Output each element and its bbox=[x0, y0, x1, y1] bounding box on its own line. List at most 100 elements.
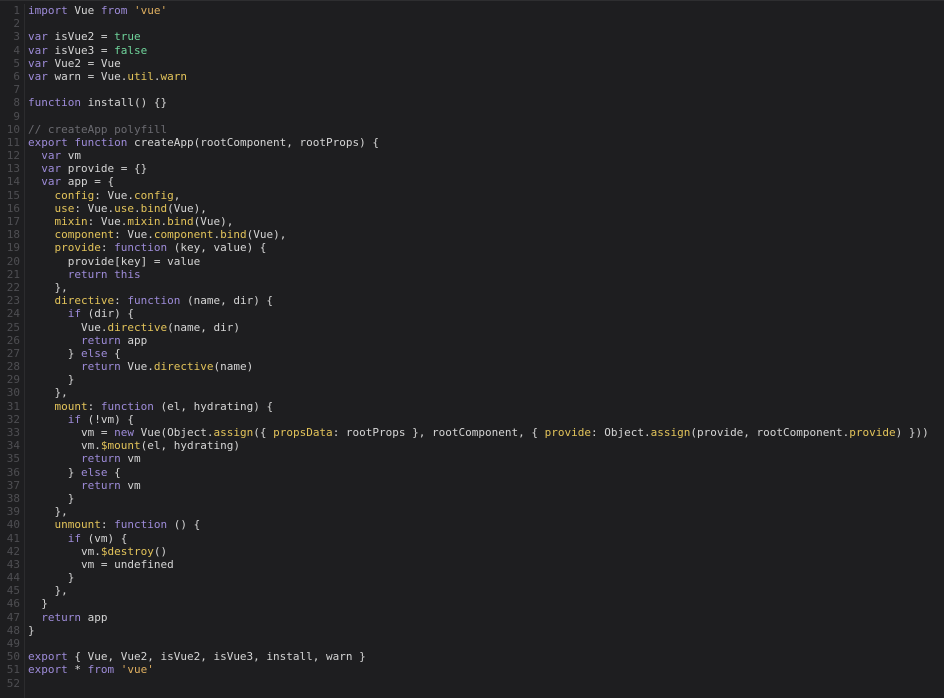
code-line[interactable]: mount: function (el, hydrating) { bbox=[28, 400, 944, 413]
code-token: else bbox=[80, 465, 108, 479]
code-line[interactable]: var warn = Vue.util.warn bbox=[28, 70, 944, 83]
line-number: 27 bbox=[6, 346, 20, 360]
code-line[interactable]: return app bbox=[28, 334, 944, 347]
line-number: 13 bbox=[6, 162, 20, 176]
code-editor[interactable]: 1 2 3 4 5 6 7 8 9 10 11 12 13 14 15 16 17 18 19 20 21 22 23 24 2… bbox=[0, 0, 944, 698]
line-number: 41 bbox=[6, 531, 20, 545]
code-line[interactable]: var isVue3 = false bbox=[28, 44, 944, 57]
code-token: { Vue, Vue2, isVue2, isVue3, install, wa… bbox=[67, 650, 366, 664]
code-token: vm = undefined bbox=[28, 557, 174, 571]
code-token: : rootProps }, rootComponent, { bbox=[332, 426, 545, 439]
line-number: 51 bbox=[6, 663, 20, 677]
code-line[interactable]: function install() {} bbox=[28, 96, 944, 109]
line-number: 46 bbox=[6, 597, 20, 611]
code-token: directive bbox=[153, 360, 214, 374]
code-line[interactable]: config: Vue.config, bbox=[28, 189, 944, 202]
code-token: createApp(rootComponent, rootProps) { bbox=[127, 135, 380, 149]
code-token: function bbox=[114, 518, 168, 532]
code-line[interactable]: vm = new Vue(Object.assign({ propsData: … bbox=[28, 426, 944, 439]
code-token: } bbox=[28, 491, 75, 505]
code-line[interactable]: Vue.directive(name, dir) bbox=[28, 321, 944, 334]
code-line[interactable]: vm = undefined bbox=[28, 558, 944, 571]
code-token: (provide, rootComponent. bbox=[690, 426, 850, 439]
code-line[interactable]: } bbox=[28, 624, 944, 637]
code-token: Vue bbox=[67, 4, 101, 17]
line-number: 21 bbox=[6, 267, 20, 281]
code-line[interactable]: return app bbox=[28, 611, 944, 624]
code-line[interactable] bbox=[28, 17, 944, 30]
code-line[interactable]: } bbox=[28, 492, 944, 505]
code-token: : bbox=[100, 241, 115, 255]
code-line[interactable]: return vm bbox=[28, 479, 944, 492]
code-line[interactable]: unmount: function () { bbox=[28, 518, 944, 531]
code-line[interactable]: } else { bbox=[28, 347, 944, 360]
code-token: (name, dir) { bbox=[180, 294, 274, 308]
code-line[interactable]: var isVue2 = true bbox=[28, 30, 944, 43]
code-line[interactable]: var Vue2 = Vue bbox=[28, 57, 944, 70]
code-line[interactable]: // createApp polyfill bbox=[28, 123, 944, 136]
code-token: return bbox=[67, 267, 108, 281]
line-number: 24 bbox=[6, 307, 20, 321]
code-token: vm bbox=[120, 452, 141, 466]
code-line[interactable]: provide: function (key, value) { bbox=[28, 241, 944, 254]
line-number: 17 bbox=[6, 215, 20, 228]
code-line[interactable]: var app = { bbox=[28, 175, 944, 188]
code-token: } bbox=[28, 373, 75, 387]
code-area[interactable]: import Vue from 'vue' var isVue2 = true va… bbox=[28, 4, 944, 690]
code-token: directive bbox=[54, 294, 115, 308]
code-line[interactable]: } bbox=[28, 571, 944, 584]
code-line[interactable]: } else { bbox=[28, 466, 944, 479]
code-line[interactable]: component: Vue.component.bind(Vue), bbox=[28, 228, 944, 241]
code-line[interactable]: if (!vm) { bbox=[28, 413, 944, 426]
code-line[interactable]: } bbox=[28, 373, 944, 386]
code-line[interactable]: var provide = {} bbox=[28, 162, 944, 175]
line-number: 5 bbox=[13, 56, 20, 70]
code-line[interactable]: }, bbox=[28, 386, 944, 399]
code-line[interactable]: var vm bbox=[28, 149, 944, 162]
code-line[interactable]: }, bbox=[28, 505, 944, 518]
code-line[interactable]: return vm bbox=[28, 452, 944, 465]
code-line[interactable]: export { Vue, Vue2, isVue2, isVue3, inst… bbox=[28, 650, 944, 663]
line-number: 9 bbox=[13, 109, 20, 123]
code-line[interactable]: if (dir) { bbox=[28, 307, 944, 320]
code-line[interactable]: export * from 'vue' bbox=[28, 663, 944, 676]
line-number: 19 bbox=[6, 241, 20, 255]
code-token: mount bbox=[54, 399, 88, 413]
code-line[interactable]: }, bbox=[28, 584, 944, 597]
code-token: Vue. bbox=[28, 320, 108, 334]
code-line[interactable]: if (vm) { bbox=[28, 532, 944, 545]
code-line[interactable]: export function createApp(rootComponent,… bbox=[28, 136, 944, 149]
code-line[interactable]: return this bbox=[28, 268, 944, 281]
code-line[interactable] bbox=[28, 637, 944, 650]
code-token: : Vue. bbox=[74, 201, 115, 215]
code-token: } bbox=[28, 571, 75, 585]
code-line[interactable]: } bbox=[28, 597, 944, 610]
code-line[interactable]: }, bbox=[28, 281, 944, 294]
code-line[interactable]: import Vue from 'vue' bbox=[28, 4, 944, 17]
code-line[interactable]: directive: function (name, dir) { bbox=[28, 294, 944, 307]
line-number: 49 bbox=[6, 637, 20, 650]
code-token: export bbox=[28, 650, 68, 664]
code-line[interactable]: mixin: Vue.mixin.bind(Vue), bbox=[28, 215, 944, 228]
code-line[interactable]: use: Vue.use.bind(Vue), bbox=[28, 202, 944, 215]
line-number: 34 bbox=[6, 439, 20, 453]
code-line[interactable]: vm.$destroy() bbox=[28, 545, 944, 558]
code-token: (el, hydrating) { bbox=[153, 399, 274, 413]
code-line[interactable] bbox=[28, 83, 944, 96]
code-token: from bbox=[100, 4, 128, 17]
code-line[interactable] bbox=[28, 110, 944, 123]
code-token: . bbox=[134, 201, 141, 215]
code-line[interactable]: return Vue.directive(name) bbox=[28, 360, 944, 373]
code-line[interactable]: vm.$mount(el, hydrating) bbox=[28, 439, 944, 452]
line-number: 44 bbox=[6, 571, 20, 585]
code-line[interactable] bbox=[28, 677, 944, 690]
line-number: 47 bbox=[6, 610, 20, 624]
code-line[interactable]: provide[key] = value bbox=[28, 255, 944, 268]
